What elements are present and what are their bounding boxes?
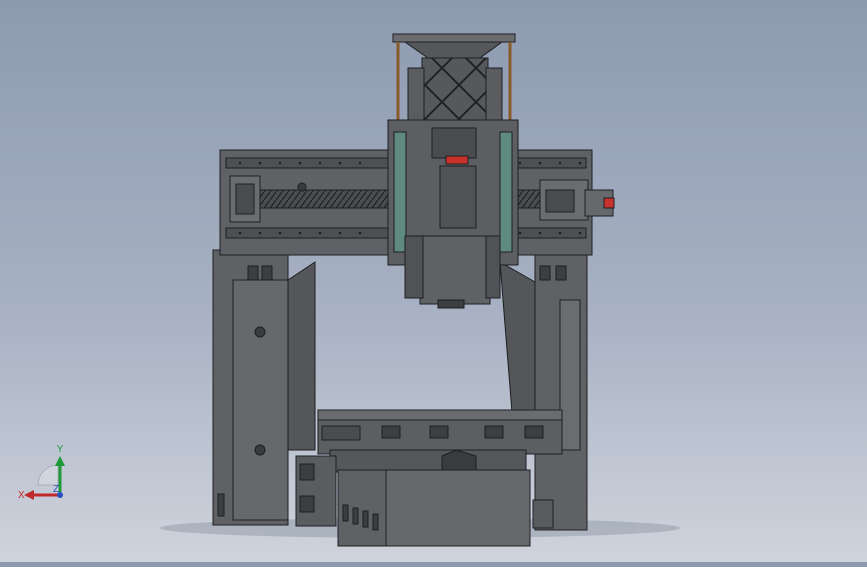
work-table: [317, 409, 563, 455]
3d-viewport[interactable]: [0, 0, 867, 562]
x-axis-label: X: [18, 490, 25, 501]
y-axis-label: Y: [57, 444, 64, 455]
z-axis-label: Z: [53, 484, 59, 495]
axis-triad: Y X Z: [18, 444, 65, 501]
y-axis-head: [55, 456, 65, 466]
spindle-head: [404, 235, 501, 309]
x-axis-head: [24, 490, 34, 500]
triad-plane-indicator: [37, 464, 59, 486]
gantry-machine-model[interactable]: [0, 0, 867, 562]
